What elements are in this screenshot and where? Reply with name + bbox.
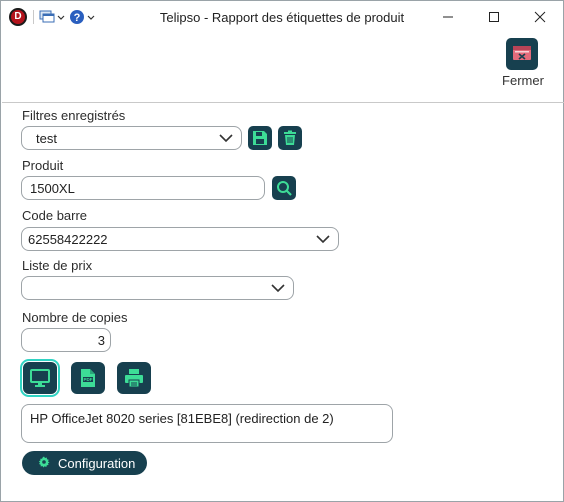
barcode-select[interactable]: 62558422222: [21, 227, 339, 251]
maximize-button[interactable]: [471, 1, 517, 33]
close-window-button[interactable]: [517, 1, 563, 33]
output-pdf-button[interactable]: PDF: [71, 362, 105, 394]
minimize-icon: [443, 16, 453, 18]
toolbar-divider: [2, 102, 564, 103]
chevron-down-icon: [271, 284, 285, 293]
trash-icon: [284, 130, 296, 145]
printer-field[interactable]: HP OfficeJet 8020 series [81EBE8] (redir…: [21, 404, 393, 443]
pdf-file-icon: PDF: [81, 369, 95, 387]
minimize-button[interactable]: [425, 1, 471, 33]
monitor-icon: [30, 369, 50, 387]
barcode-value: 62558422222: [28, 232, 108, 247]
chevron-down-icon: [316, 235, 330, 244]
price-list-label: Liste de prix: [22, 258, 93, 273]
chevron-down-icon: [219, 134, 233, 143]
product-label: Produit: [22, 158, 64, 173]
close-report-label: Fermer: [502, 73, 544, 88]
barcode-label: Code barre: [22, 208, 88, 223]
save-filter-button[interactable]: [248, 126, 272, 150]
maximize-icon: [489, 12, 499, 22]
saved-filters-value: test: [36, 131, 57, 146]
output-screen-button[interactable]: [20, 359, 60, 397]
saved-filters-label: Filtres enregistrés: [22, 108, 126, 123]
search-product-button[interactable]: [272, 176, 296, 200]
close-window-icon: [506, 38, 538, 70]
product-value: 1500XL: [30, 181, 75, 196]
svg-text:PDF: PDF: [84, 377, 93, 382]
output-printer-button[interactable]: [117, 362, 151, 394]
product-input[interactable]: 1500XL: [21, 176, 265, 200]
gear-icon: [38, 456, 50, 468]
configuration-button[interactable]: Configuration: [22, 451, 147, 475]
title-bar: D ? Telipso - Rapport des étiquettes de …: [1, 1, 563, 33]
printer-value: HP OfficeJet 8020 series [81EBE8] (redir…: [30, 411, 334, 426]
close-icon: [534, 11, 546, 23]
saved-filters-select[interactable]: test: [21, 126, 242, 150]
app-window: D ? Telipso - Rapport des étiquettes de …: [0, 0, 564, 502]
copies-value: 3: [97, 333, 105, 348]
printer-icon: [125, 369, 143, 388]
price-list-select[interactable]: [21, 276, 294, 300]
copies-label: Nombre de copies: [22, 310, 128, 325]
delete-filter-button[interactable]: [278, 126, 302, 150]
search-icon: [277, 181, 292, 196]
copies-input[interactable]: 3: [21, 328, 111, 352]
configuration-label: Configuration: [58, 456, 136, 471]
save-icon: [253, 131, 267, 145]
